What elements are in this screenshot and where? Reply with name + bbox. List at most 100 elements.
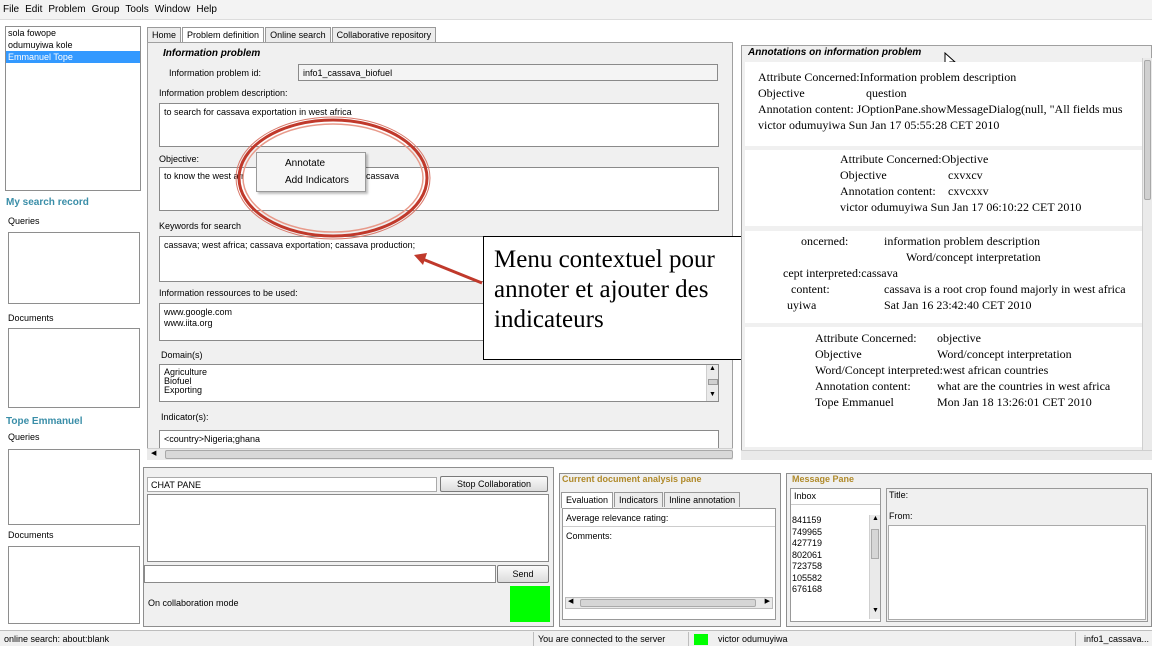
annotations-title: Annotations on information problem	[748, 47, 922, 58]
ann1-content: Annotation content: JOptionPane.showMess…	[758, 102, 1123, 116]
user-item[interactable]: sola fowope	[6, 27, 140, 39]
status-problem: info1_cassava...	[1083, 634, 1149, 644]
user-item[interactable]: odumuyiwa kole	[6, 39, 140, 51]
domain-scrollbar[interactable]: ▲ ▼	[706, 365, 718, 401]
annotations-scrollbar[interactable]	[1142, 58, 1152, 450]
hscroll-thumb[interactable]	[165, 450, 733, 459]
divider	[791, 504, 880, 505]
domain-item: Agriculture	[164, 367, 208, 377]
tab-problem-definition[interactable]: Problem definition	[182, 27, 265, 43]
inbox-item[interactable]: 749965	[792, 527, 822, 539]
menu-help[interactable]: Help	[193, 0, 220, 20]
inbox-list[interactable]: Inbox 841159 749965 427719 802061 723758…	[790, 488, 881, 622]
comments-hscroll-thumb[interactable]	[580, 599, 756, 607]
tab-inline-annotation[interactable]: Inline annotation	[664, 492, 741, 507]
annotations-hscrollbar[interactable]	[741, 450, 1152, 460]
tab-indicators[interactable]: Indicators	[614, 492, 664, 507]
evaluation-panel: Average relevance rating: Comments: ◀ ▶	[562, 508, 776, 620]
scroll-up-icon[interactable]: ▲	[872, 515, 879, 522]
documents-label-2: Documents	[8, 530, 54, 540]
relevance-label: Average relevance rating:	[566, 513, 669, 523]
annotation-card-1: Attribute Concerned:Information problem …	[745, 62, 1142, 146]
message-body[interactable]	[888, 525, 1146, 620]
id-field[interactable]: info1_cassava_biofuel	[298, 64, 718, 81]
scroll-down-icon[interactable]: ▼	[709, 391, 716, 398]
queries-list[interactable]	[8, 232, 140, 304]
annotations-scroll-thumb[interactable]	[1144, 60, 1151, 200]
send-button[interactable]: Send	[497, 565, 549, 583]
doc-analysis-title: Current document analysis pane	[562, 474, 702, 484]
ann4-content-label: Annotation content:	[815, 379, 911, 393]
queries-list-2[interactable]	[8, 449, 140, 525]
scroll-thumb[interactable]	[708, 379, 718, 385]
ann4-content-value: what are the countries in west africa	[937, 379, 1111, 393]
annotation-card-2: Attribute Concerned:Objective Objective …	[745, 150, 1142, 226]
ann3-line2: Word/concept interpretation	[906, 250, 1041, 264]
inbox-item[interactable]: 105582	[792, 573, 822, 585]
ann3-line4-label: content:	[791, 282, 830, 296]
queries-label: Queries	[8, 216, 40, 226]
ann3-line5-label: uyiwa	[787, 298, 817, 312]
inbox-item[interactable]: 676168	[792, 584, 822, 596]
form-hscrollbar[interactable]: ◀	[147, 448, 733, 460]
main-tabs: Home Problem definition Online search Co…	[147, 27, 437, 43]
ann1-attr: Attribute Concerned:Information problem …	[758, 70, 1017, 84]
tab-home[interactable]: Home	[147, 27, 182, 42]
ann3-line5-value: Sat Jan 16 23:42:40 CET 2010	[884, 298, 1032, 312]
ann4-attr-label: Attribute Concerned:	[815, 331, 917, 345]
menu-tools[interactable]: Tools	[122, 0, 151, 20]
scroll-right-icon[interactable]: ▶	[765, 597, 770, 605]
inbox-scroll-thumb[interactable]	[871, 529, 879, 559]
documents-list-2[interactable]	[8, 546, 140, 624]
chat-log	[147, 494, 549, 562]
message-pane-title: Message Pane	[792, 474, 855, 484]
inbox-item[interactable]: 841159	[792, 515, 822, 527]
ann4-attr-value: objective	[937, 331, 981, 345]
indicator-label: Indicator(s):	[161, 412, 209, 422]
domain-item: Exporting	[164, 385, 203, 395]
id-label: Information problem id:	[169, 68, 262, 78]
ann1-obj-label: Objective	[758, 86, 805, 100]
menu-edit[interactable]: Edit	[22, 0, 45, 20]
ann2-attr: Attribute Concerned:Objective	[840, 152, 989, 166]
scroll-down-icon[interactable]: ▼	[872, 607, 879, 614]
documents-label: Documents	[8, 313, 54, 323]
menu-window[interactable]: Window	[152, 0, 194, 20]
inbox-item[interactable]: 802061	[792, 550, 822, 562]
ann4-author-value: Mon Jan 18 13:26:01 CET 2010	[937, 395, 1092, 409]
title-label: Title:	[889, 490, 909, 500]
ann3-line3: cept interpreted:cassava	[783, 266, 898, 280]
ann2-content-label: Annotation content:	[840, 184, 936, 198]
stop-collaboration-button[interactable]: Stop Collaboration	[440, 476, 548, 492]
inbox-item[interactable]: 427719	[792, 538, 822, 550]
status-connection: You are connected to the server	[534, 632, 689, 646]
menu-problem[interactable]: Problem	[45, 0, 88, 20]
callout-box: Menu contextuel pour annoter et ajouter …	[483, 236, 783, 360]
tab-collaborative-repository[interactable]: Collaborative repository	[331, 27, 437, 42]
ann4-interp: Word/Concept interpreted:west african co…	[815, 363, 1049, 377]
menu-file[interactable]: File	[0, 0, 22, 20]
inbox-scrollbar[interactable]: ▲ ▼	[869, 515, 880, 619]
menu-group[interactable]: Group	[89, 0, 123, 20]
inbox-item[interactable]: 723758	[792, 561, 822, 573]
domain-field[interactable]: Agriculture Biofuel Exporting	[159, 364, 719, 402]
chat-input[interactable]	[144, 565, 496, 583]
indicator-field[interactable]: <country>Nigeria;ghana	[159, 430, 719, 448]
comments-hscrollbar[interactable]: ◀ ▶	[565, 597, 773, 609]
users-list[interactable]: sola fowope odumuyiwa kole Emmanuel Tope	[5, 26, 141, 191]
inbox-label: Inbox	[794, 491, 817, 501]
ann2-author: victor odumuyiwa Sun Jan 17 06:10:22 CET…	[840, 200, 1082, 214]
message-view: Title: From:	[886, 488, 1148, 622]
tab-evaluation[interactable]: Evaluation	[561, 492, 614, 508]
connection-indicator	[694, 634, 708, 645]
user-item-selected[interactable]: Emmanuel Tope	[6, 51, 140, 63]
doc-analysis-tabs: Evaluation Indicators Inline annotation	[561, 492, 741, 508]
inbox-items: 841159 749965 427719 802061 723758 10558…	[792, 515, 822, 596]
scroll-up-icon[interactable]: ▲	[709, 365, 716, 372]
collab-mode-label: On collaboration mode	[148, 598, 239, 608]
documents-list[interactable]	[8, 328, 140, 408]
scroll-left-icon[interactable]: ◀	[151, 449, 156, 457]
tab-online-search[interactable]: Online search	[265, 27, 331, 42]
annotation-card-3: oncerned: information problem descriptio…	[745, 231, 1142, 323]
scroll-left-icon[interactable]: ◀	[568, 597, 573, 605]
